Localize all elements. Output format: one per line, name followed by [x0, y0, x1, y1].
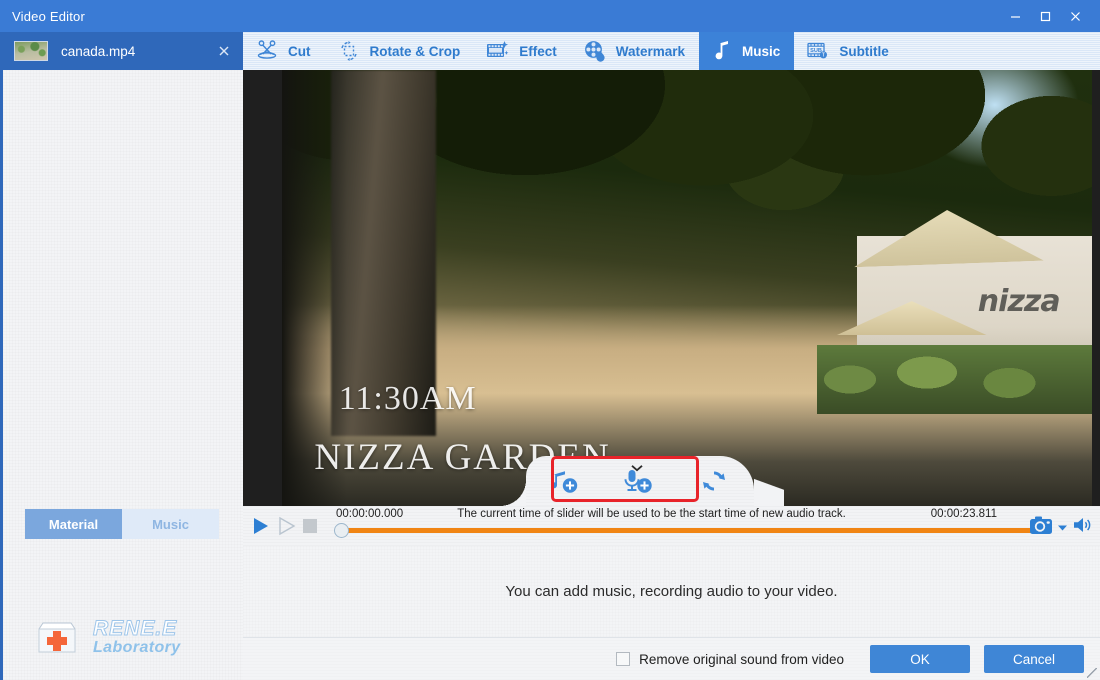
video-frame: nizza 11:30AM NIZZA GARDEN [282, 70, 1092, 506]
sidebar-tab-material[interactable]: Material [25, 509, 122, 539]
transport-right-icons [1029, 515, 1094, 540]
speaker-icon[interactable] [1072, 515, 1094, 540]
cancel-button[interactable]: Cancel [984, 645, 1084, 673]
film-reel-drop-icon [583, 39, 607, 63]
tab-subtitle[interactable]: SUB T Subtitle [794, 32, 903, 70]
add-music-button[interactable] [526, 456, 600, 506]
resize-grip[interactable] [1087, 668, 1097, 678]
dialog-footer: Remove original sound from video OK Canc… [243, 638, 1100, 680]
refresh-icon [703, 471, 725, 491]
left-sidebar: Material Music RENE.E Laboratory [0, 70, 243, 680]
music-note-icon [711, 39, 733, 63]
stop-button[interactable] [303, 519, 317, 533]
total-time-label: 00:00:23.811 [930, 508, 997, 520]
camera-icon[interactable] [1029, 515, 1053, 540]
window-title: Video Editor [12, 8, 85, 24]
tab-effect[interactable]: Effect [474, 32, 571, 70]
tab-watermark-label: Watermark [615, 43, 686, 59]
video-editor-window: Video Editor canada.mp4 Cut Rotate & Cro… [0, 0, 1100, 680]
music-note-plus-icon [551, 471, 578, 493]
rene-e-logo-icon [31, 612, 81, 662]
close-icon[interactable] [215, 42, 233, 60]
rotate-crop-icon [337, 39, 361, 63]
video-overlay-time: 11:30AM [338, 379, 477, 417]
remove-original-sound-checkbox[interactable] [616, 652, 631, 666]
file-tab-label: canada.mp4 [61, 43, 136, 59]
brand-name: RENE.E [93, 616, 178, 640]
ok-button[interactable]: OK [870, 645, 970, 673]
remove-original-sound-label: Remove original sound from video [639, 651, 844, 667]
svg-text:T: T [822, 53, 825, 59]
video-preview-panel[interactable]: nizza 11:30AM NIZZA GARDEN [243, 70, 1100, 506]
tab-strip: canada.mp4 Cut Rotate & Crop Effect Wate… [0, 32, 1100, 70]
sidebar-tab-music-label: Music [152, 516, 189, 532]
transport-bar: 00:00:00.000 The current time of slider … [243, 506, 1100, 546]
music-action-pill [500, 456, 784, 506]
window-controls [1000, 0, 1100, 32]
tab-cut[interactable]: Cut [243, 32, 325, 70]
reset-audio-button[interactable] [674, 456, 754, 506]
tab-music-label: Music [742, 43, 781, 59]
sidebar-tab-music[interactable]: Music [122, 509, 219, 539]
tab-rotate-crop-label: Rotate & Crop [369, 43, 461, 59]
snapshot-dropdown-icon[interactable] [1057, 519, 1068, 537]
sidebar-tab-material-label: Material [48, 516, 99, 532]
tab-watermark[interactable]: Watermark [571, 32, 699, 70]
editor-toolbar: Cut Rotate & Crop Effect Watermark Music… [243, 32, 1100, 70]
tab-subtitle-label: Subtitle [839, 43, 889, 59]
sidebar-tabs: Material Music [25, 509, 219, 539]
brand-sub: Laboratory [93, 638, 181, 656]
timeline-slider-handle[interactable] [334, 523, 349, 538]
tab-cut-label: Cut [288, 43, 311, 59]
scissors-icon [255, 40, 279, 62]
video-thumbnail [14, 41, 48, 61]
video-hedge-layer [816, 344, 1092, 415]
subtitle-icon: SUB T [806, 39, 830, 63]
brand-logo-block: RENE.E Laboratory [31, 612, 181, 662]
music-empty-message: You can add music, recording audio to yo… [505, 583, 838, 600]
tab-rotate-crop[interactable]: Rotate & Crop [325, 32, 475, 70]
music-empty-message-panel: You can add music, recording audio to yo… [243, 546, 1100, 638]
timeline-track[interactable] [338, 528, 1048, 533]
tab-music[interactable]: Music [699, 32, 795, 70]
tab-effect-label: Effect [519, 43, 557, 59]
close-button[interactable] [1060, 0, 1090, 32]
remove-original-sound-checkbox-wrap[interactable]: Remove original sound from video [616, 652, 844, 667]
add-recording-button[interactable] [600, 456, 674, 506]
minimize-button[interactable] [1000, 0, 1030, 32]
maximize-button[interactable] [1030, 0, 1060, 32]
brand-text: RENE.E Laboratory [93, 616, 181, 657]
title-bar: Video Editor [0, 0, 1100, 32]
chevron-down-icon[interactable] [631, 459, 644, 477]
file-tab-canada[interactable]: canada.mp4 [0, 32, 243, 70]
film-sparkle-icon [486, 40, 510, 62]
